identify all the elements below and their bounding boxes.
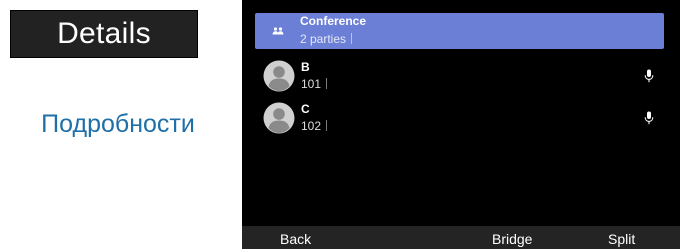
bridge-softkey[interactable]: Bridge [492,231,532,247]
microphone-icon[interactable] [644,111,654,125]
participant-name: C [301,101,310,116]
group-icon [270,15,286,47]
participant-row-c[interactable]: C 102 [255,97,664,139]
participant-row-b[interactable]: B 101 [255,55,664,97]
split-softkey[interactable]: Split [608,231,635,247]
participant-number: 101 [301,76,322,91]
participant-number: 102 [301,118,322,133]
avatar-icon [263,102,295,134]
call-list: Conference 2 parties B 101 C 102 [255,13,664,139]
details-translation: Подробности [41,110,195,138]
avatar-icon [263,60,295,92]
details-label-card: Details [10,10,198,58]
text-separator [326,77,328,89]
conference-subtitle: 2 parties [300,32,347,46]
phone-screen: Conference 2 parties B 101 C 102 Back Br… [242,0,680,249]
softkey-bar: Back Bridge Split [242,226,680,249]
details-label: Details [57,17,151,50]
text-separator [351,33,353,44]
conference-title: Conference [300,14,367,29]
conference-row[interactable]: Conference 2 parties [255,13,664,49]
back-softkey[interactable]: Back [280,231,311,247]
text-separator [326,119,328,131]
participant-name: B [301,59,310,74]
microphone-icon[interactable] [644,69,654,83]
